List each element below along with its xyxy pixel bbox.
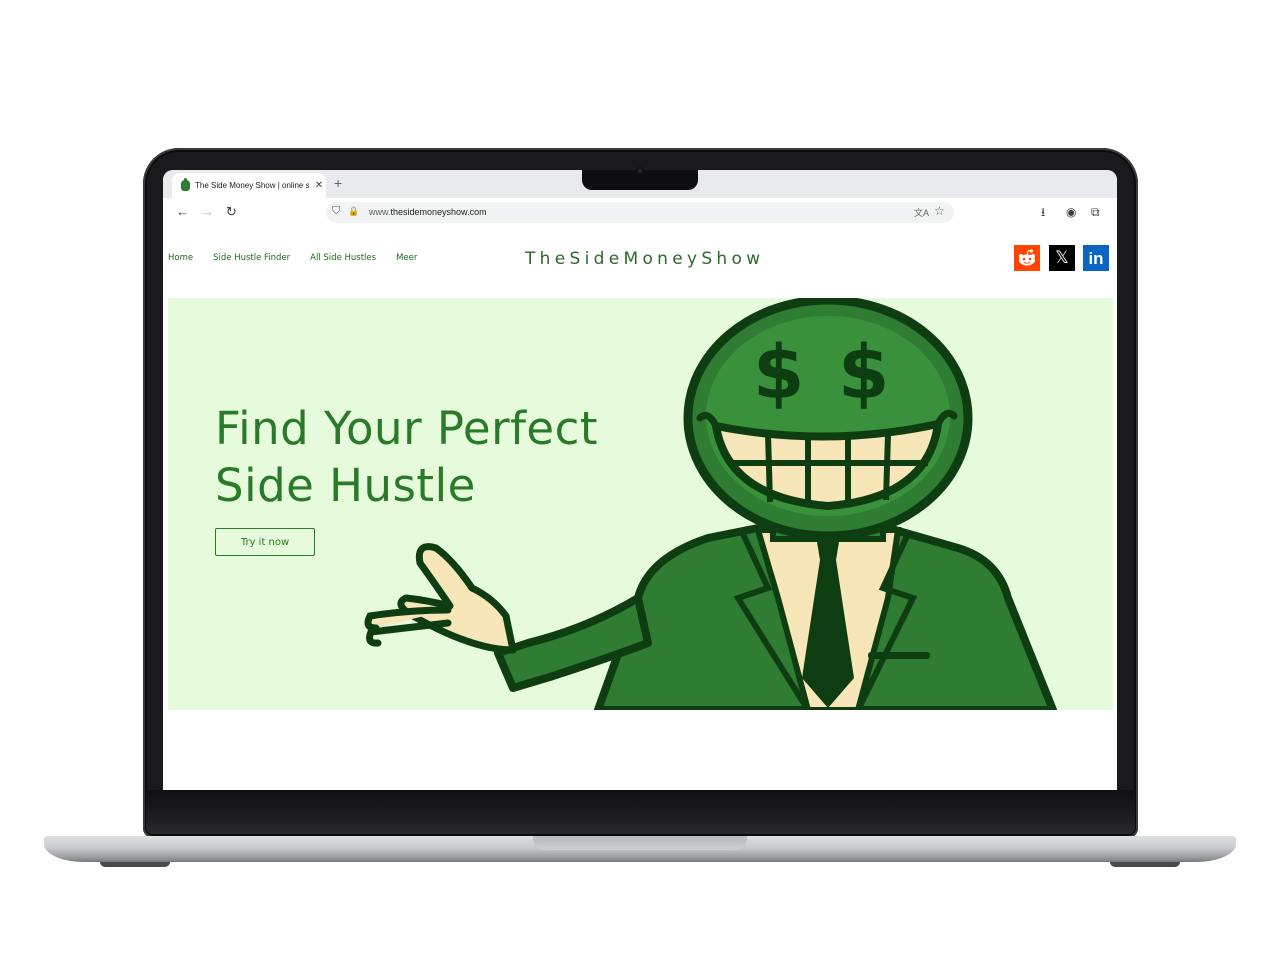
svg-text:$: $ [838,330,890,416]
tab-active[interactable]: The Side Money Show | online s ✕ [172,173,326,198]
nav-all-side-hustles[interactable]: All Side Hustles [310,253,376,263]
svg-text:$: $ [753,330,805,416]
hero-headline-line2: Side Hustle [215,459,476,512]
laptop-base-notch [533,836,747,850]
laptop-foot-right [1110,862,1180,867]
back-icon[interactable]: ← [176,203,189,221]
website: Home Side Hustle Finder All Side Hustles… [163,228,1117,790]
reddit-icon[interactable] [1014,245,1040,271]
new-tab-button[interactable]: + [334,175,342,191]
tab-title: The Side Money Show | online s [195,181,309,190]
laptop-chin [146,790,1135,834]
hero-headline-line1: Find Your Perfect [215,402,599,455]
money-bag-icon [181,178,190,191]
extensions-icon[interactable]: ⧉ [1091,203,1100,221]
linkedin-icon[interactable]: in [1083,245,1109,271]
try-it-now-button[interactable]: Try it now [215,528,315,556]
hero-headline: Find Your Perfect Side Hustle [215,400,635,514]
x-icon[interactable]: 𝕏 [1049,245,1075,271]
camera-icon [636,167,644,175]
hero-banner: $ $ Find Your Perfect Side Hustle Try it… [168,298,1113,710]
site-nav: Home Side Hustle Finder All Side Hustles… [168,253,417,263]
url-text: www.thesidemoneyshow.com [369,207,487,217]
download-icon[interactable]: ⭳ [1041,203,1045,221]
reload-icon[interactable]: ↻ [226,203,237,221]
shield-icon[interactable]: ⛉ [332,205,340,218]
close-icon[interactable]: ✕ [314,180,324,191]
address-bar[interactable]: ⛉ 🔒 www.thesidemoneyshow.com 文A ☆ [326,202,954,223]
laptop-mockup: The Side Money Show | online s ✕ + ← → ↻… [0,0,1280,960]
forward-icon[interactable]: → [201,203,214,221]
nav-home[interactable]: Home [168,253,193,263]
nav-side-hustle-finder[interactable]: Side Hustle Finder [213,253,290,263]
lock-icon[interactable]: 🔒 [348,206,359,217]
bookmark-star-icon[interactable]: ☆ [934,204,945,218]
browser-window: The Side Money Show | online s ✕ + ← → ↻… [163,170,1117,790]
site-logo[interactable]: TheSideMoneyShow [525,249,764,269]
browser-toolbar: ← → ↻ ⛉ 🔒 www.thesidemoneyshow.com 文A ☆ … [163,198,1117,229]
laptop-foot-left [100,862,170,867]
account-icon[interactable]: ◉ [1066,203,1076,221]
nav-meer[interactable]: Meer [396,253,417,263]
translate-icon[interactable]: 文A [914,206,929,219]
